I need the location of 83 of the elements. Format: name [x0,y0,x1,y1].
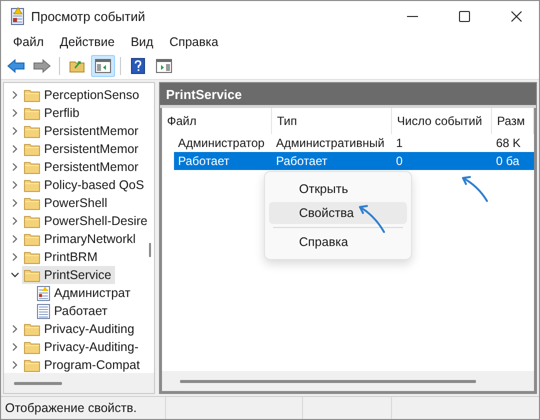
folder-icon [24,160,40,174]
expand-chevron-icon[interactable] [11,181,19,189]
column-header[interactable]: Тип [272,108,392,134]
tree-item[interactable]: PrimaryNetworkl [22,230,140,248]
table-cell[interactable]: Администратор [174,134,272,152]
expand-chevron-icon[interactable] [11,199,19,207]
tree-item[interactable]: PersistentMemor [22,140,142,158]
menu-item[interactable]: Свойства [269,202,407,224]
table-cell[interactable]: Административный [272,134,392,152]
folder-icon [24,88,40,102]
column-header[interactable]: Файл [162,108,272,134]
scrollbar-thumb[interactable] [180,380,476,382]
tree-item[interactable]: PersistentMemor [22,158,142,176]
tree-item[interactable]: Policy-based QoS [22,176,148,194]
scrollbar-thumb[interactable] [149,243,151,257]
column-header[interactable]: Число событий [392,108,492,134]
expand-chevron-icon[interactable] [11,145,19,153]
expand-chevron-icon[interactable] [11,361,19,369]
forward-arrow-icon [33,59,51,73]
folder-icon [24,268,40,282]
window-title: Просмотр событий [31,8,146,24]
pane-icon [156,59,172,73]
folder-icon [69,59,85,73]
table-cell[interactable]: Работает [272,152,392,170]
menu-item[interactable]: Открыть [269,178,407,200]
tree-item[interactable]: Privacy-Auditing [22,320,138,338]
status-text: Отображение свойств. [1,397,166,419]
table-cell[interactable]: 1 [392,134,492,152]
folder-icon [24,322,40,336]
tree-item[interactable]: PerceptionSenso [22,86,144,104]
menu-item[interactable]: Справка [269,231,407,253]
table-cell[interactable]: 0 ба [492,152,534,170]
toolbar-button[interactable] [91,55,115,77]
tree-item[interactable]: PrintService [22,266,116,284]
expand-chevron-icon[interactable] [11,325,19,333]
expand-chevron-icon[interactable] [11,127,19,135]
expand-chevron-icon[interactable] [11,91,19,99]
menu-item[interactable]: Вид [122,32,162,52]
folder-icon [24,106,40,120]
menu-item[interactable]: Файл [5,32,52,52]
expand-chevron-icon[interactable] [11,109,19,117]
table-cell[interactable]: 68 K [492,134,534,152]
app-icon [9,7,25,25]
log-icon [36,286,50,300]
folder-icon [24,124,40,138]
folder-icon [24,232,40,246]
collapse-chevron-icon[interactable] [11,271,19,279]
tree-item[interactable]: Работает [34,302,112,320]
tree-item[interactable]: PowerShell [22,194,112,212]
expand-chevron-icon[interactable] [11,343,19,351]
folder-icon [24,142,40,156]
folder-icon [24,340,40,354]
panel-title: PrintService [160,83,536,108]
help-icon [131,58,145,74]
log-icon [36,304,50,318]
folder-icon [24,250,40,264]
expand-chevron-icon[interactable] [11,253,19,261]
expand-chevron-icon[interactable] [11,235,19,243]
folder-icon [24,178,40,192]
folder-icon [24,214,40,228]
tree-item[interactable]: PowerShell-Desire [22,212,152,230]
column-header[interactable]: Разм [492,108,534,134]
table-cell[interactable]: Работает [174,152,272,170]
scrollbar-thumb[interactable] [14,382,62,384]
tree-item[interactable]: PrintBRM [22,248,102,266]
pointer-arrow [462,176,488,202]
folder-icon [24,196,40,210]
back-arrow-icon [7,59,25,73]
folder-icon [24,358,40,372]
close-icon [510,10,522,22]
maximize-icon [458,10,470,22]
pane-icon [95,59,111,73]
pointer-arrow [359,205,385,233]
tree-item[interactable]: PersistentMemor [22,122,142,140]
menu-item[interactable]: Действие [52,32,123,52]
tree-item[interactable]: Администрат [34,284,134,302]
table-cell[interactable]: 0 [392,152,492,170]
expand-chevron-icon[interactable] [11,217,19,225]
tree-item[interactable]: Program-Compat [22,356,144,373]
tree-item[interactable]: Perflib [22,104,84,122]
expand-chevron-icon[interactable] [11,163,19,171]
menu-item[interactable]: Справка [161,32,226,52]
tree-item[interactable]: Privacy-Auditing- [22,338,142,356]
